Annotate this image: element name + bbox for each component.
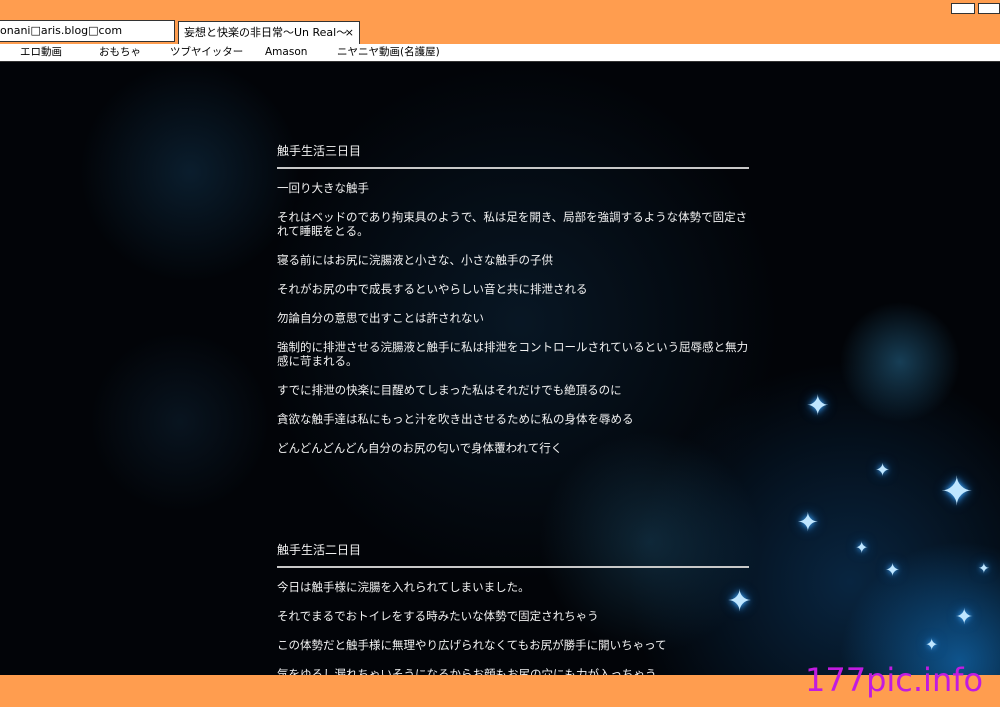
bookmark-item[interactable]: おもちゃ: [99, 44, 141, 61]
watermark-text: 177pic.info: [805, 661, 984, 699]
address-text: onani□aris.blog□com: [0, 24, 123, 37]
blog-post: 触手生活三日目 一回り大きな触手 それはベッドのであり拘束具のようで、私は足を開…: [277, 144, 749, 470]
post-paragraph: すでに排泄の快楽に目醒めてしまった私はそれだけでも絶頂るのに: [277, 383, 622, 397]
sparkle-icon: ✦: [925, 635, 939, 654]
address-bar[interactable]: onani□aris.blog□com: [0, 20, 175, 42]
sparkle-icon: ✦: [797, 508, 819, 538]
sparkle-icon: ✦: [875, 460, 891, 481]
title-divider: [277, 566, 749, 568]
post-paragraph: それがお尻の中で成長するといやらしい音と共に排泄される: [277, 282, 588, 296]
post-paragraph: 勿論自分の意思で出すことは許されない: [277, 311, 484, 325]
browser-top-bar: onani□aris.blog□com 妄想と快楽の非日常〜Un Real〜 ×: [0, 0, 1000, 44]
post-paragraph: この体勢だと触手様に無理やり広げられなくてもお尻が勝手に開いちゃって: [277, 638, 667, 652]
tab-active[interactable]: 妄想と快楽の非日常〜Un Real〜 ×: [178, 21, 360, 44]
post-paragraph: 一回り大きな触手: [277, 181, 369, 195]
sparkle-icon: ✦: [940, 469, 974, 515]
page-content: ✦ ✦ ✦ ✦ ✦ ✦ ✦ ✦ ✦ ✦ 触手生活三日目 一回り大きな触手 それは…: [0, 62, 1000, 675]
sparkle-icon: ✦: [885, 560, 901, 581]
post-paragraph: 今日は触手様に浣腸を入れられてしまいました。: [277, 580, 530, 594]
tab-title: 妄想と快楽の非日常〜Un Real〜: [184, 26, 348, 39]
sparkle-icon: ✦: [955, 605, 974, 630]
window-close-button[interactable]: [978, 3, 1000, 14]
post-paragraph: 気をゆるし漏れちゃいそうになるからお顔もお尻の穴にも力が入っちゃう: [277, 667, 657, 675]
sparkle-icon: ✦: [978, 561, 990, 577]
sparkle-icon: ✦: [855, 538, 869, 557]
post-paragraph: 寝る前にはお尻に浣腸液と小さな、小さな触手の子供: [277, 253, 553, 267]
post-paragraph: どんどんどんどん自分のお尻の匂いで身体覆われて行く: [277, 441, 563, 455]
post-title: 触手生活二日目: [277, 543, 362, 557]
bookmarks-bar: エロ動画 おもちゃ ツブヤイッター Amason ニヤニヤ動画(名護屋): [0, 44, 1000, 62]
post-paragraph: 強制的に排泄させる浣腸液と触手に私は排泄をコントロールされているという屈辱感と無…: [277, 340, 749, 368]
post-paragraph: 貪欲な触手達は私にもっと汁を吹き出させるために私の身体を辱める: [277, 412, 634, 426]
sparkle-icon: ✦: [806, 389, 830, 422]
title-divider: [277, 167, 749, 169]
window-minimize-button[interactable]: [951, 3, 975, 14]
blog-post: 触手生活二日目 今日は触手様に浣腸を入れられてしまいました。 それでまるでおトイ…: [277, 543, 749, 675]
post-paragraph: それはベッドのであり拘束具のようで、私は足を開き、局部を強調するような体勢で固定…: [277, 210, 748, 238]
post-paragraph: それでまるでおトイレをする時みたいな体勢で固定されちゃう: [277, 609, 599, 623]
post-title: 触手生活三日目: [277, 144, 362, 158]
bookmark-item[interactable]: ニヤニヤ動画(名護屋): [337, 44, 440, 61]
bookmark-item[interactable]: Amason: [265, 44, 307, 61]
bookmark-item[interactable]: ツブヤイッター: [170, 44, 243, 61]
tab-close-icon[interactable]: ×: [345, 22, 354, 43]
bookmark-item[interactable]: エロ動画: [20, 44, 62, 61]
